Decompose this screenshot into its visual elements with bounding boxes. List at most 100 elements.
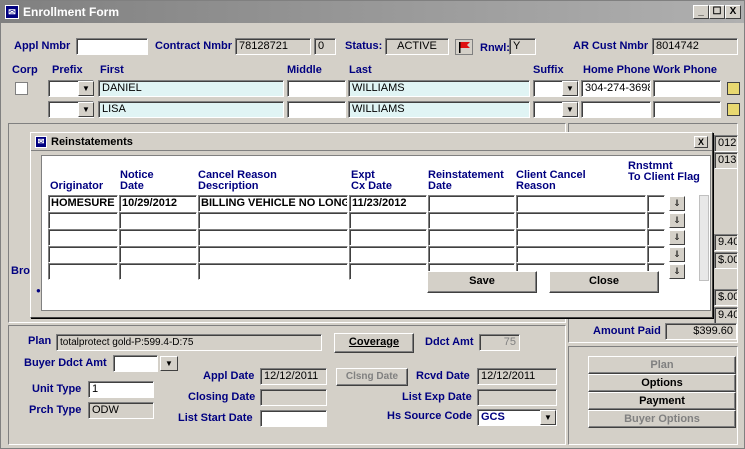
buyer-ddct-field[interactable] <box>113 355 158 372</box>
app-icon: ✉ <box>5 5 19 19</box>
grid-cell-reinst[interactable] <box>428 246 515 263</box>
row-lookup-icon[interactable]: ⇓ <box>669 196 685 211</box>
ar-cust-nmbr-field: 8014742 <box>652 38 738 55</box>
save-button[interactable]: Save <box>427 271 537 293</box>
grid-cell-client[interactable] <box>516 246 646 263</box>
middle-name-field[interactable] <box>287 80 346 97</box>
appl-nmbr-field[interactable] <box>76 38 148 55</box>
list-exp-date-field <box>477 389 557 406</box>
grid-cell-expt[interactable] <box>349 263 427 280</box>
middle-label: Middle <box>287 64 322 76</box>
grid-cell-originator[interactable]: HOMESURE <box>48 195 118 212</box>
col-cancel-2: Description <box>198 180 259 192</box>
status-label: Status: <box>345 40 383 52</box>
unit-type-field[interactable]: 1 <box>88 381 154 398</box>
grid-cell-cancel[interactable] <box>198 229 348 246</box>
grid-cell-expt[interactable] <box>349 229 427 246</box>
chevron-down-icon[interactable]: ▼ <box>160 356 178 371</box>
coverage-button[interactable]: Coverage <box>334 333 414 353</box>
prefix-label: Prefix <box>52 64 83 76</box>
grid-cell-cancel[interactable] <box>198 263 348 280</box>
work-phone-field[interactable] <box>653 101 721 118</box>
grid-cell-notice[interactable]: 10/29/2012 <box>119 195 197 212</box>
grid-cell-cancel[interactable] <box>198 246 348 263</box>
list-start-date-label: List Start Date <box>178 412 253 424</box>
row-lookup-icon[interactable]: ⇓ <box>669 247 685 262</box>
grid-cell-reinst[interactable] <box>428 229 515 246</box>
first-name-field[interactable]: DANIEL <box>98 80 284 97</box>
corp-checkbox[interactable] <box>15 82 28 95</box>
last-name-field[interactable]: WILLIAMS <box>348 101 530 118</box>
row-lookup-icon[interactable]: ⇓ <box>669 213 685 228</box>
grid-cell-client[interactable] <box>516 229 646 246</box>
dialog-close-button[interactable]: X <box>694 135 708 148</box>
buyer-options-button[interactable]: Buyer Options <box>588 410 736 428</box>
appl-date-field: 12/12/2011 <box>260 368 327 385</box>
close-button[interactable]: X <box>725 5 741 19</box>
grid-cell-expt[interactable] <box>349 246 427 263</box>
grid-cell-flag[interactable] <box>647 195 665 212</box>
grid-cell-notice[interactable] <box>119 246 197 263</box>
minimize-button[interactable]: _ <box>693 5 709 19</box>
phone-icon[interactable] <box>727 82 740 95</box>
first-label: First <box>100 64 124 76</box>
first-name-field[interactable]: LISA <box>98 101 284 118</box>
maximize-button[interactable]: ☐ <box>709 5 725 19</box>
list-start-date-field[interactable] <box>260 410 327 427</box>
grid-cell-reinst[interactable] <box>428 212 515 229</box>
grid-cell-originator[interactable] <box>48 212 118 229</box>
flag-icon[interactable] <box>455 39 473 55</box>
grid-scrollbar[interactable] <box>699 195 709 281</box>
grid-cell-flag[interactable] <box>647 229 665 246</box>
rcvd-date-label: Rcvd Date <box>416 370 470 382</box>
contract-suffix-field: 0 <box>314 38 336 55</box>
grid-cell-expt[interactable]: 11/23/2012 <box>349 195 427 212</box>
grid-cell-notice[interactable] <box>119 263 197 280</box>
chevron-down-icon[interactable]: ▼ <box>78 102 94 117</box>
chevron-down-icon[interactable]: ▼ <box>78 81 94 96</box>
row-lookup-icon[interactable]: ⇓ <box>669 230 685 245</box>
unit-type-label: Unit Type <box>32 383 82 395</box>
suffix-label: Suffix <box>533 64 564 76</box>
grid-cell-expt[interactable] <box>349 212 427 229</box>
grid-cell-notice[interactable] <box>119 229 197 246</box>
home-phone-field[interactable] <box>581 101 651 118</box>
plan-button[interactable]: Plan <box>588 356 736 374</box>
grid-cell-reinst[interactable] <box>428 195 515 212</box>
chevron-down-icon[interactable]: ▼ <box>540 410 556 425</box>
middle-name-field[interactable] <box>287 101 346 118</box>
ar-cust-nmbr-label: AR Cust Nmbr <box>573 40 649 52</box>
partial-label: Bro <box>11 265 30 277</box>
grid-cell-originator[interactable] <box>48 246 118 263</box>
close-dialog-button[interactable]: Close <box>549 271 659 293</box>
grid-cell-flag[interactable] <box>647 212 665 229</box>
grid-cell-cancel[interactable] <box>198 212 348 229</box>
dialog-title: Reinstatements <box>51 135 133 148</box>
grid-cell-cancel[interactable]: BILLING VEHICLE NO LONG <box>198 195 348 212</box>
grid-cell-originator[interactable] <box>48 229 118 246</box>
amount-paid-field: $399.60 <box>665 323 737 340</box>
options-button[interactable]: Options <box>588 374 736 392</box>
grid-cell-client[interactable] <box>516 212 646 229</box>
grid-cell-originator[interactable] <box>48 263 118 280</box>
chevron-down-icon[interactable]: ▼ <box>562 81 578 96</box>
grid-cell-flag[interactable] <box>647 246 665 263</box>
chevron-down-icon[interactable]: ▼ <box>562 102 578 117</box>
dialog-titlebar: ✉ Reinstatements X <box>31 133 712 151</box>
window-title: Enrollment Form <box>23 5 120 19</box>
clsng-date-button[interactable]: Clsng Date <box>336 368 408 386</box>
plan-field: totalprotect gold-P:599.4-D:75 <box>56 334 322 351</box>
partial-field: 9.40 <box>714 234 738 251</box>
work-phone-field[interactable] <box>653 80 721 97</box>
phone-icon[interactable] <box>727 103 740 116</box>
grid-cell-client[interactable] <box>516 195 646 212</box>
closing-date-label: Closing Date <box>188 391 256 403</box>
home-phone-field[interactable]: 304-274-3698 <box>581 80 651 97</box>
row-lookup-icon[interactable]: ⇓ <box>669 264 685 279</box>
grid-cell-notice[interactable] <box>119 212 197 229</box>
rcvd-date-field: 12/12/2011 <box>477 368 557 385</box>
record-indicator-icon: ● <box>36 286 41 295</box>
payment-button[interactable]: Payment <box>588 392 736 410</box>
last-name-field[interactable]: WILLIAMS <box>348 80 530 97</box>
plan-label: Plan <box>28 335 52 347</box>
